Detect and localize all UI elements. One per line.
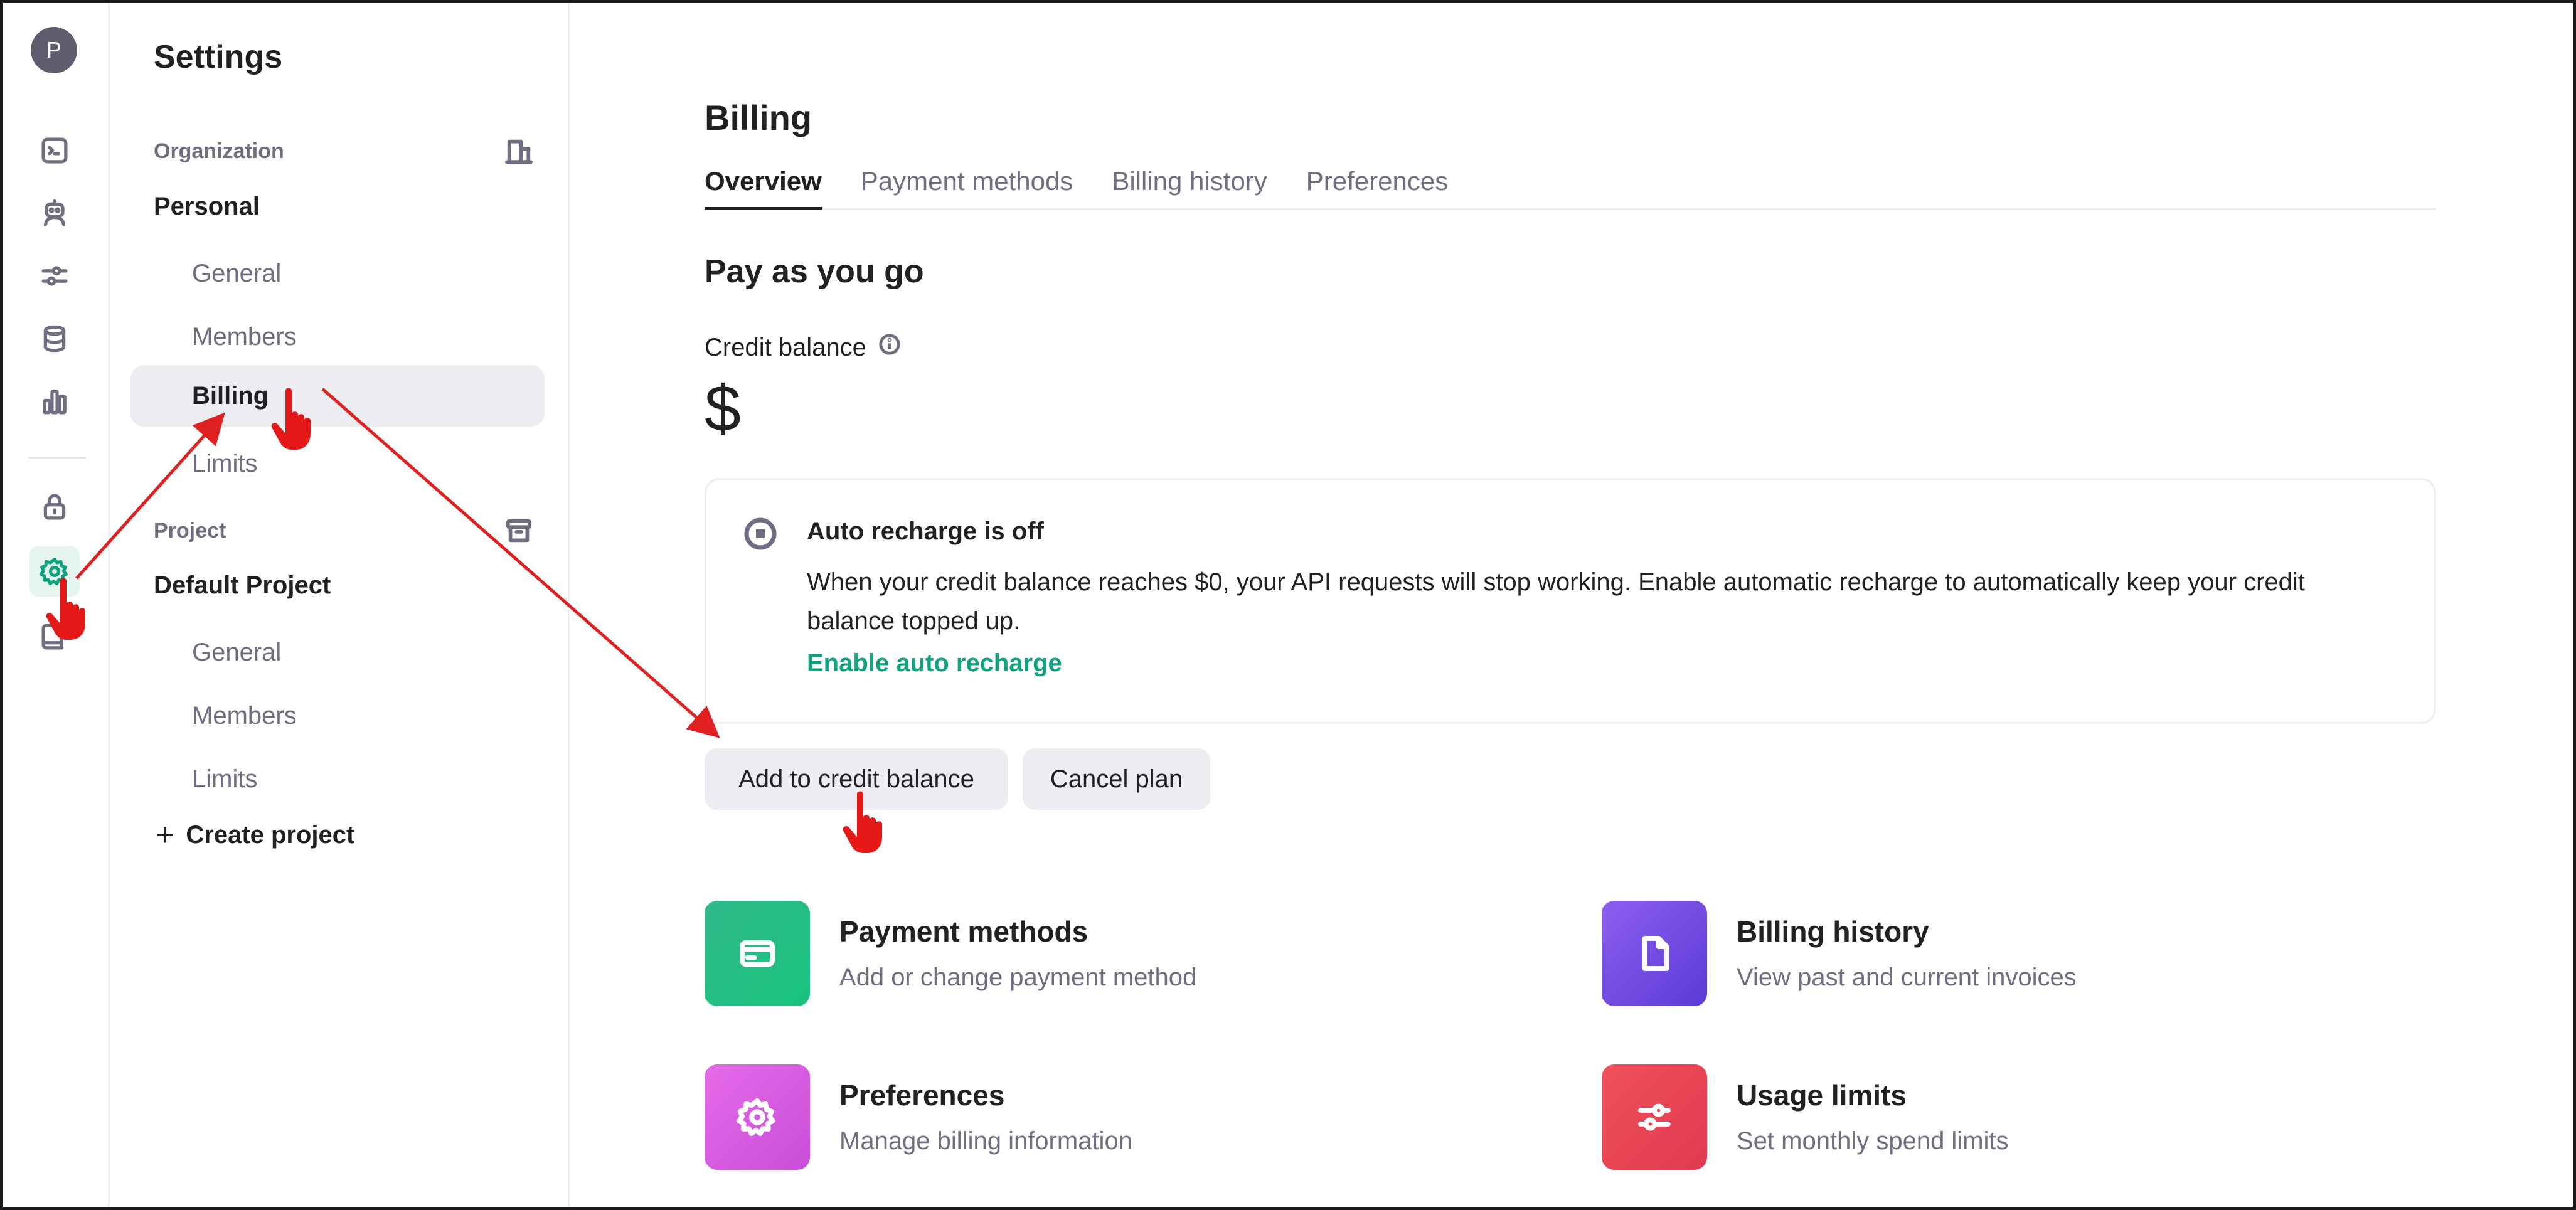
pointing-hand-icon <box>271 388 311 450</box>
archive-icon[interactable] <box>504 516 533 545</box>
credit-balance-value: $ <box>705 373 741 445</box>
card-desc: Manage billing information <box>839 1127 1132 1155</box>
sidebar-item-org-limits[interactable]: Limits <box>130 433 545 494</box>
card-title: Preferences <box>839 1079 1005 1112</box>
card-desc: Set monthly spend limits <box>1737 1127 2009 1155</box>
building-icon[interactable] <box>504 137 533 166</box>
settings-sidebar: Settings Organization Personal General M… <box>112 3 570 1207</box>
sidebar-item-org-members[interactable]: Members <box>130 306 545 368</box>
credit-card-icon <box>705 901 810 1006</box>
bar-chart-icon[interactable] <box>36 383 73 420</box>
database-icon[interactable] <box>36 320 73 358</box>
pointing-hand-icon <box>46 578 85 640</box>
tab-payment-methods[interactable]: Payment methods <box>861 166 1073 210</box>
page-title: Billing <box>705 98 812 137</box>
credit-balance-label: Credit balance <box>705 332 902 363</box>
create-project-button[interactable]: + Create project <box>156 819 354 851</box>
notice-body: When your credit balance reaches $0, you… <box>807 568 2305 635</box>
lock-icon[interactable] <box>36 488 73 526</box>
card-preferences[interactable]: Preferences Manage billing information <box>705 1064 1457 1171</box>
section-title: Pay as you go <box>705 253 924 290</box>
tab-billing-history[interactable]: Billing history <box>1112 166 1267 210</box>
organization-name[interactable]: Personal <box>154 193 260 221</box>
enable-auto-recharge-link[interactable]: Enable auto recharge <box>807 649 1062 677</box>
user-avatar[interactable]: P <box>31 27 77 73</box>
plus-icon: + <box>156 817 175 853</box>
billing-tabs: Overview Payment methods Billing history… <box>705 166 2436 210</box>
tab-preferences[interactable]: Preferences <box>1306 166 1448 210</box>
sliders-icon[interactable] <box>36 257 73 295</box>
document-icon <box>1602 901 1707 1006</box>
cancel-plan-button[interactable]: Cancel plan <box>1023 748 1210 810</box>
card-desc: Add or change payment method <box>839 963 1197 991</box>
card-title: Payment methods <box>839 915 1088 948</box>
robot-icon[interactable] <box>36 194 73 232</box>
tab-overview[interactable]: Overview <box>705 166 822 210</box>
gear-icon <box>705 1064 810 1170</box>
sidebar-item-billing[interactable]: Billing <box>130 365 545 427</box>
credit-balance-text: Credit balance <box>705 333 866 361</box>
project-name[interactable]: Default Project <box>154 571 331 600</box>
notice-title: Auto recharge is off <box>807 517 1044 545</box>
create-project-label: Create project <box>186 820 355 849</box>
rail-divider <box>28 457 86 459</box>
organization-label: Organization <box>154 139 284 163</box>
sidebar-title: Settings <box>154 39 283 75</box>
sidebar-item-project-limits[interactable]: Limits <box>130 748 545 810</box>
terminal-icon[interactable] <box>36 132 73 169</box>
card-title: Billing history <box>1737 915 1929 948</box>
card-billing-history[interactable]: Billing history View past and current in… <box>1602 901 2355 1007</box>
sidebar-item-project-general[interactable]: General <box>130 622 545 683</box>
card-payment-methods[interactable]: Payment methods Add or change payment me… <box>705 901 1457 1007</box>
sliders-icon <box>1602 1064 1707 1170</box>
project-label: Project <box>154 519 226 543</box>
card-title: Usage limits <box>1737 1079 1907 1112</box>
card-usage-limits[interactable]: Usage limits Set monthly spend limits <box>1602 1064 2355 1171</box>
info-icon[interactable] <box>878 332 902 363</box>
card-desc: View past and current invoices <box>1737 963 2077 991</box>
stop-circle-icon <box>743 516 778 551</box>
sidebar-item-org-general[interactable]: General <box>130 243 545 304</box>
sidebar-item-project-members[interactable]: Members <box>130 685 545 746</box>
pointing-hand-icon <box>843 791 882 853</box>
auto-recharge-notice: Auto recharge is off When your credit ba… <box>705 478 2436 724</box>
